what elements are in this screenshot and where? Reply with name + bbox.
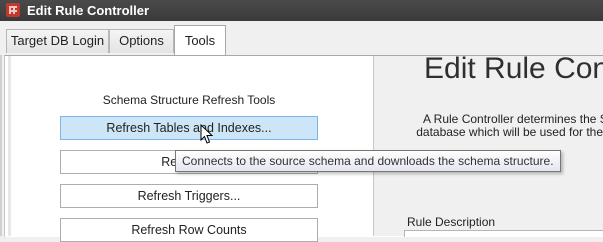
description-text: A Rule Controller determines the S datab…: [413, 113, 603, 139]
tab-options[interactable]: Options: [109, 29, 174, 53]
refresh-row-counts-button[interactable]: Refresh Row Counts: [60, 218, 318, 242]
window-title: Edit Rule Controller: [27, 3, 150, 18]
section-title: Schema Structure Refresh Tools: [102, 93, 276, 107]
title-bar: Edit Rule Controller: [0, 0, 603, 21]
window-edge: [0, 55, 2, 236]
description-line: database which will be used for the: [416, 125, 603, 139]
refresh-tables-button[interactable]: Refresh Tables and Indexes...: [60, 116, 318, 140]
rule-description-field[interactable]: [404, 230, 603, 237]
tab-strip: Target DB Login Options Tools: [0, 21, 603, 55]
panel-left-strip: [8, 56, 11, 236]
rule-description-label: Rule Description: [407, 215, 496, 229]
app-grid-icon: [6, 3, 20, 17]
tab-target-db-login[interactable]: Target DB Login: [6, 29, 109, 53]
tooltip: Connects to the source schema and downlo…: [175, 150, 561, 172]
refresh-triggers-button[interactable]: Refresh Triggers...: [60, 184, 318, 208]
mouse-pointer-icon: [200, 124, 214, 144]
tab-tools[interactable]: Tools: [174, 25, 226, 55]
page-title: Edit Rule Contr: [424, 52, 603, 85]
